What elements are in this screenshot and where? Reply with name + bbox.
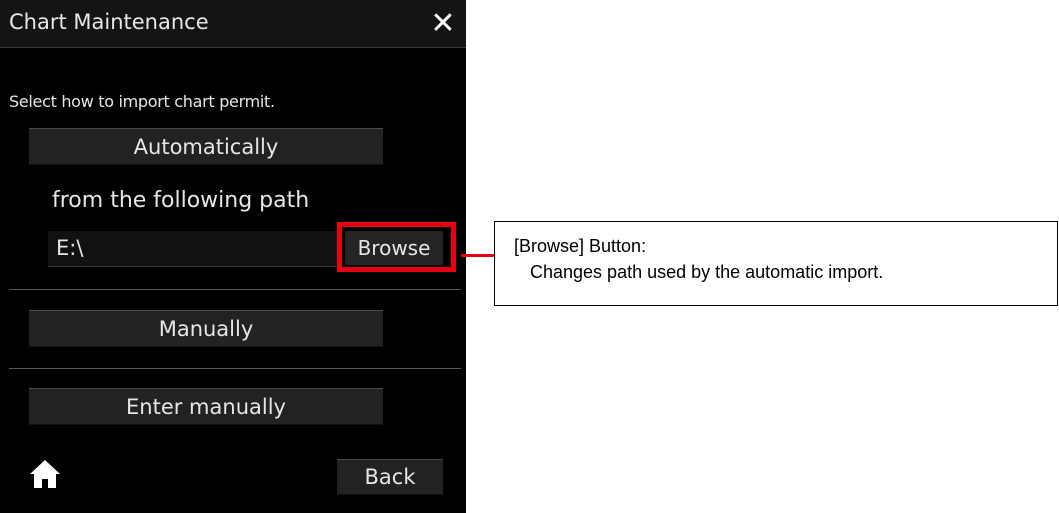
callout-box: [Browse] Button: Changes path used by th… [494, 221, 1058, 306]
manually-button[interactable]: Manually [29, 310, 383, 347]
close-icon[interactable]: ✕ [428, 9, 458, 39]
callout-description: Changes path used by the automatic impor… [530, 262, 884, 282]
path-field[interactable]: E:\ [48, 231, 338, 267]
callout-connector-line [461, 254, 494, 257]
callout-title: [Browse] Button: [514, 236, 647, 256]
title-bar: Chart Maintenance ✕ [0, 0, 466, 48]
path-label: from the following path [52, 188, 310, 213]
back-button[interactable]: Back [337, 459, 443, 495]
divider [9, 368, 461, 369]
enter-manually-button[interactable]: Enter manually [29, 388, 383, 425]
divider [9, 289, 461, 290]
dialog-title: Chart Maintenance [9, 10, 209, 34]
instruction-text: Select how to import chart permit. [9, 92, 275, 111]
browse-highlight-box [337, 222, 456, 272]
home-icon[interactable] [28, 457, 62, 491]
automatically-button[interactable]: Automatically [29, 128, 383, 165]
